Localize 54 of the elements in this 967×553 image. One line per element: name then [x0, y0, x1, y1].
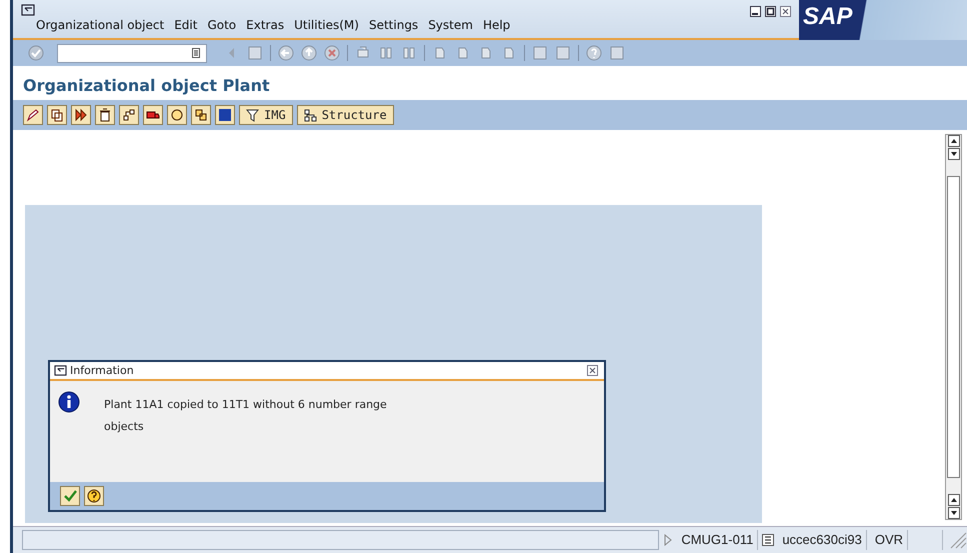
enter-icon[interactable] — [28, 45, 44, 61]
input-mode: OVR — [870, 530, 908, 550]
forward-icon — [74, 108, 88, 122]
scroll-down-icon[interactable] — [948, 507, 960, 519]
server-name: uccec630ci93 — [778, 530, 867, 550]
hierarchy-icon — [304, 108, 317, 122]
maximize-icon[interactable] — [765, 6, 776, 17]
system-name: CMUG1-011 — [677, 530, 758, 550]
help-button[interactable] — [84, 486, 104, 506]
transfer-button[interactable] — [191, 105, 211, 125]
scroll-thumb[interactable] — [947, 176, 960, 478]
help-icon — [87, 489, 101, 503]
menu-item[interactable]: Help — [482, 18, 518, 32]
scroll-up-icon[interactable] — [948, 494, 960, 506]
transfer-icon — [194, 108, 208, 122]
menu-item[interactable]: Goto — [207, 18, 244, 32]
menu-item[interactable]: Settings — [368, 18, 426, 32]
copy-icon — [50, 108, 64, 122]
dialog-title: Information — [70, 364, 135, 377]
minimize-icon[interactable] — [750, 6, 761, 17]
trash-icon — [98, 108, 112, 122]
expand-icon[interactable] — [663, 534, 674, 546]
command-field[interactable] — [57, 44, 207, 62]
hierarchy-icon — [122, 108, 136, 122]
scroll-up-icon[interactable] — [948, 135, 960, 147]
help-icon[interactable] — [586, 45, 602, 61]
sap-logo: SAP — [803, 2, 852, 32]
window-menu-icon[interactable] — [21, 4, 35, 16]
trash-button[interactable] — [95, 105, 115, 125]
vertical-scrollbar[interactable] — [945, 134, 962, 520]
copy-button[interactable] — [47, 105, 67, 125]
list-icon[interactable] — [762, 534, 774, 546]
pencil-button[interactable] — [23, 105, 43, 125]
checkmark-icon — [63, 489, 77, 503]
dropdown-icon[interactable] — [192, 48, 200, 58]
screen-title: Organizational object Plant — [23, 76, 270, 94]
window-menu-icon[interactable] — [54, 365, 67, 376]
scroll-down-icon[interactable] — [948, 148, 960, 160]
message-text: Plant 11A1 copied to 11T1 without 6 number range objects — [104, 397, 388, 435]
truck-button[interactable] — [143, 105, 163, 125]
structure-button[interactable]: Structure — [296, 105, 394, 125]
close-icon[interactable] — [587, 365, 598, 376]
hierarchy-button[interactable] — [119, 105, 139, 125]
menu-item[interactable]: Extras — [246, 18, 292, 32]
menu-item[interactable]: Organizational object — [36, 18, 172, 32]
menu-item[interactable]: Edit — [174, 18, 204, 32]
confirm-button[interactable] — [60, 486, 80, 506]
menu-item[interactable]: System — [428, 18, 480, 32]
menu-item[interactable]: Utilities(M) — [294, 18, 366, 32]
forward-button[interactable] — [71, 105, 91, 125]
filter-icon — [246, 108, 259, 122]
close-icon[interactable] — [780, 6, 791, 17]
pencil-icon — [26, 108, 40, 122]
img-button[interactable]: IMG — [239, 105, 293, 125]
